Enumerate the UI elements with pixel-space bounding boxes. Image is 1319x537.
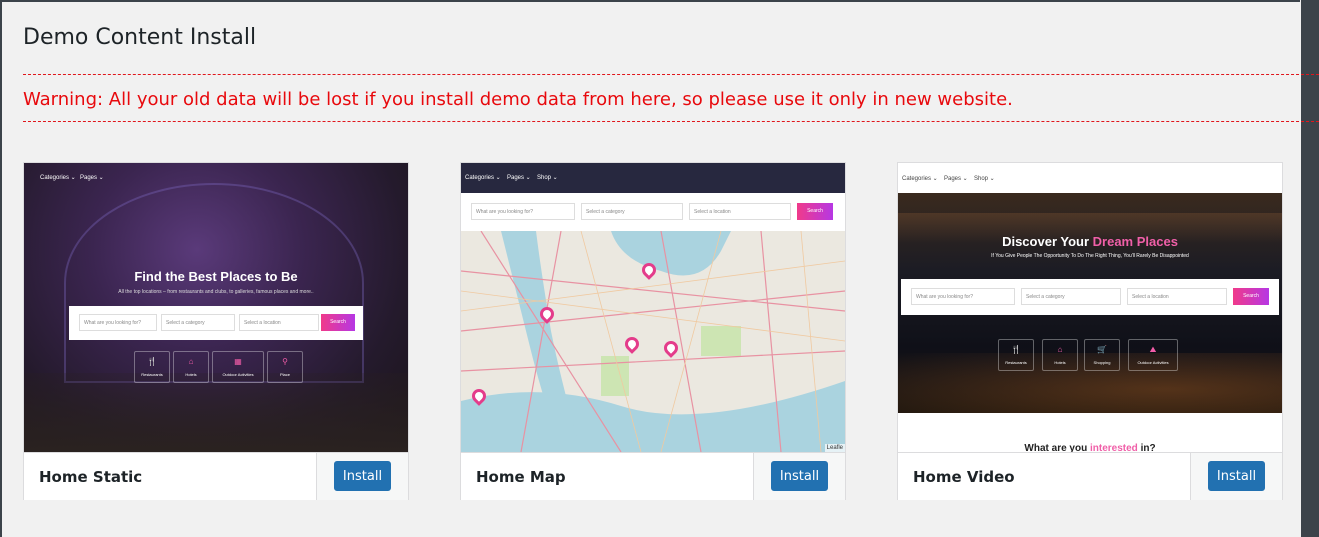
- page-title: Demo Content Install: [23, 25, 257, 50]
- install-button[interactable]: Install: [771, 461, 828, 491]
- nav-item: Pages ⌄: [507, 175, 531, 181]
- theme-footer: Home Video Install: [898, 452, 1282, 500]
- preview-section-heading: What are you interested in?: [898, 443, 1282, 452]
- theme-card-home-map[interactable]: Categories ⌄ Pages ⌄ Shop ⌄ What are you…: [460, 162, 846, 500]
- preview-search-what: What are you looking for?: [471, 203, 575, 220]
- preview-search-bar: What are you looking for? Select a categ…: [901, 279, 1279, 315]
- preview-search-bar: What are you looking for? Select a categ…: [461, 193, 845, 231]
- ground-shade: [24, 373, 408, 452]
- preview-category: 🍴 Restaurants: [998, 339, 1034, 371]
- category-label: Restaurants: [1005, 360, 1027, 365]
- warning-text: Warning: All your old data will be lost …: [23, 89, 1013, 110]
- heading-part: What are you: [1024, 443, 1090, 452]
- preview-nav: Categories ⌄ Pages ⌄ Shop ⌄: [461, 163, 845, 193]
- nav-item: Pages ⌄: [944, 176, 968, 182]
- hero-subtitle: All the top locations – from restaurants…: [118, 289, 314, 295]
- theme-card-home-video[interactable]: Categories ⌄ Pages ⌄ Shop ⌄ Discover You…: [897, 162, 1283, 500]
- theme-screenshot[interactable]: Categories ⌄ Pages ⌄ Find the Best Place…: [24, 163, 408, 452]
- nav-item: Categories ⌄: [465, 175, 501, 181]
- nav-item: Categories ⌄: [902, 176, 938, 182]
- hero-subtitle: If You Give People The Opportunity To Do…: [991, 253, 1189, 259]
- preview-search-location: Select a location: [239, 314, 319, 331]
- preview-search-bar: What are you looking for? Select a categ…: [69, 306, 363, 340]
- preview-category: 🍴 Restaurants: [134, 351, 170, 383]
- theme-footer: Home Map Install: [461, 452, 845, 500]
- theme-name: Home Video: [913, 468, 1015, 486]
- preview-search-category: Select a category: [1021, 288, 1121, 305]
- preview-search-what: What are you looking for?: [79, 314, 157, 331]
- home-icon: ⌂: [1057, 345, 1063, 354]
- preview-search-location: Select a location: [689, 203, 791, 220]
- preview-category: 🛒 Shopping: [1084, 339, 1120, 371]
- preview-category: ⚲ Place: [267, 351, 303, 383]
- nav-item: Pages ⌄: [80, 175, 104, 181]
- building-icon: ▦: [234, 357, 242, 366]
- install-button[interactable]: Install: [1208, 461, 1265, 491]
- category-label: Restaurants: [141, 372, 163, 377]
- location-icon: ⚲: [282, 357, 288, 366]
- hero-title: Discover Your Dream Places: [898, 234, 1282, 249]
- preview-search-what: What are you looking for?: [911, 288, 1015, 305]
- preview-search-button: Search: [1233, 288, 1269, 305]
- category-label: Place: [279, 372, 290, 377]
- theme-name: Home Map: [476, 468, 566, 486]
- hero-title-highlight: Dream Places: [1092, 234, 1178, 249]
- preview-category: ⌂ Hotels: [173, 351, 209, 383]
- preview-search-button: Search: [797, 203, 833, 220]
- preview-category: ⌂ Hotels: [1042, 339, 1078, 371]
- theme-actions: Install: [1190, 453, 1282, 500]
- preview-category: ▦ Outdoor Activities: [212, 351, 264, 383]
- theme-name: Home Static: [39, 468, 143, 486]
- preview-nav: Categories ⌄ Pages ⌄ Shop ⌄: [898, 163, 1282, 193]
- window-top-border: [0, 0, 1300, 2]
- category-label: Outdoor Activities: [222, 372, 254, 377]
- theme-footer: Home Static Install: [24, 452, 408, 500]
- theme-actions: Install: [316, 453, 408, 500]
- category-label: Hotels: [1054, 360, 1066, 365]
- restaurant-icon: 🍴: [147, 357, 157, 366]
- category-label: Hotels: [185, 372, 197, 377]
- preview-nav: Categories ⌄ Pages ⌄: [24, 163, 408, 193]
- theme-actions: Install: [753, 453, 845, 500]
- install-button[interactable]: Install: [334, 461, 391, 491]
- restaurant-icon: 🍴: [1011, 345, 1021, 354]
- home-icon: ⌂: [188, 357, 194, 366]
- category-label: Outdoor Activities: [1137, 360, 1169, 365]
- activity-icon: ⛰: [1149, 345, 1157, 354]
- preview-search-category: Select a category: [581, 203, 683, 220]
- theme-card-home-static[interactable]: Categories ⌄ Pages ⌄ Find the Best Place…: [23, 162, 409, 500]
- cart-icon: 🛒: [1097, 345, 1107, 354]
- theme-screenshot[interactable]: Categories ⌄ Pages ⌄ Shop ⌄ What are you…: [461, 163, 845, 452]
- heading-part: in?: [1137, 443, 1156, 452]
- category-label: Shopping: [1093, 360, 1111, 365]
- preview-search-button: Search: [321, 314, 355, 331]
- map-credit: Leafle: [824, 444, 845, 452]
- nav-item: Shop ⌄: [537, 175, 558, 181]
- hero-title: Find the Best Places to Be: [134, 269, 298, 284]
- nav-item: Categories ⌄: [40, 175, 76, 181]
- theme-screenshot[interactable]: Categories ⌄ Pages ⌄ Shop ⌄ Discover You…: [898, 163, 1282, 452]
- preview-category: ⛰ Outdoor Activities: [1128, 339, 1178, 371]
- hero-title-part: Discover Your: [1002, 234, 1093, 249]
- preview-search-location: Select a location: [1127, 288, 1227, 305]
- heading-highlight: interested: [1090, 443, 1138, 452]
- preview-search-category: Select a category: [161, 314, 235, 331]
- nav-item: Shop ⌄: [974, 176, 995, 182]
- window-left-border: [0, 0, 2, 537]
- warning-notice: Warning: All your old data will be lost …: [23, 74, 1319, 122]
